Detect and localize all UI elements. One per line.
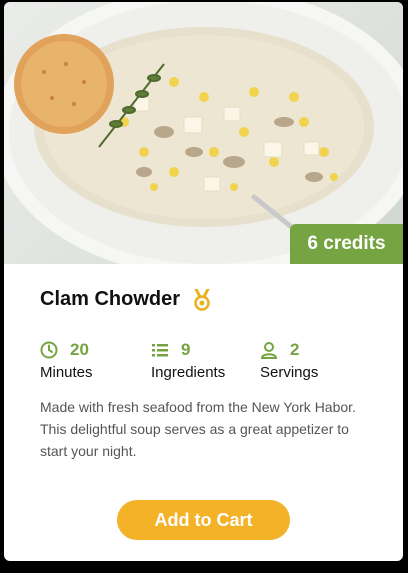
clock-icon (40, 341, 58, 359)
add-to-cart-button[interactable]: Add to Cart (117, 500, 290, 540)
stat-ingredients: 9 Ingredients (151, 340, 225, 381)
list-icon (152, 344, 168, 357)
stat-ingredients-value: 9 (181, 340, 191, 359)
title-row: Clam Chowder (40, 288, 212, 311)
stat-servings: 2 Servings (260, 340, 318, 381)
person-icon (260, 342, 278, 359)
stat-servings-label: Servings (260, 364, 319, 381)
recipe-photo: 6 credits (4, 2, 403, 264)
recipe-title: Clam Chowder (40, 288, 181, 310)
stat-time-label: Minutes (40, 364, 93, 381)
recipe-card: 6 credits Clam Chowder 20 Minutes 9 Ingr… (4, 2, 403, 561)
stat-time-value: 20 (70, 340, 89, 359)
stat-ingredients-label: Ingredients (151, 364, 226, 381)
stat-time: 20 Minutes (40, 340, 93, 381)
medal-icon (194, 288, 210, 311)
recipe-description: Made with fresh seafood from the New Yor… (40, 399, 356, 459)
stat-servings-value: 2 (290, 340, 300, 359)
credits-badge: 6 credits (290, 224, 403, 264)
